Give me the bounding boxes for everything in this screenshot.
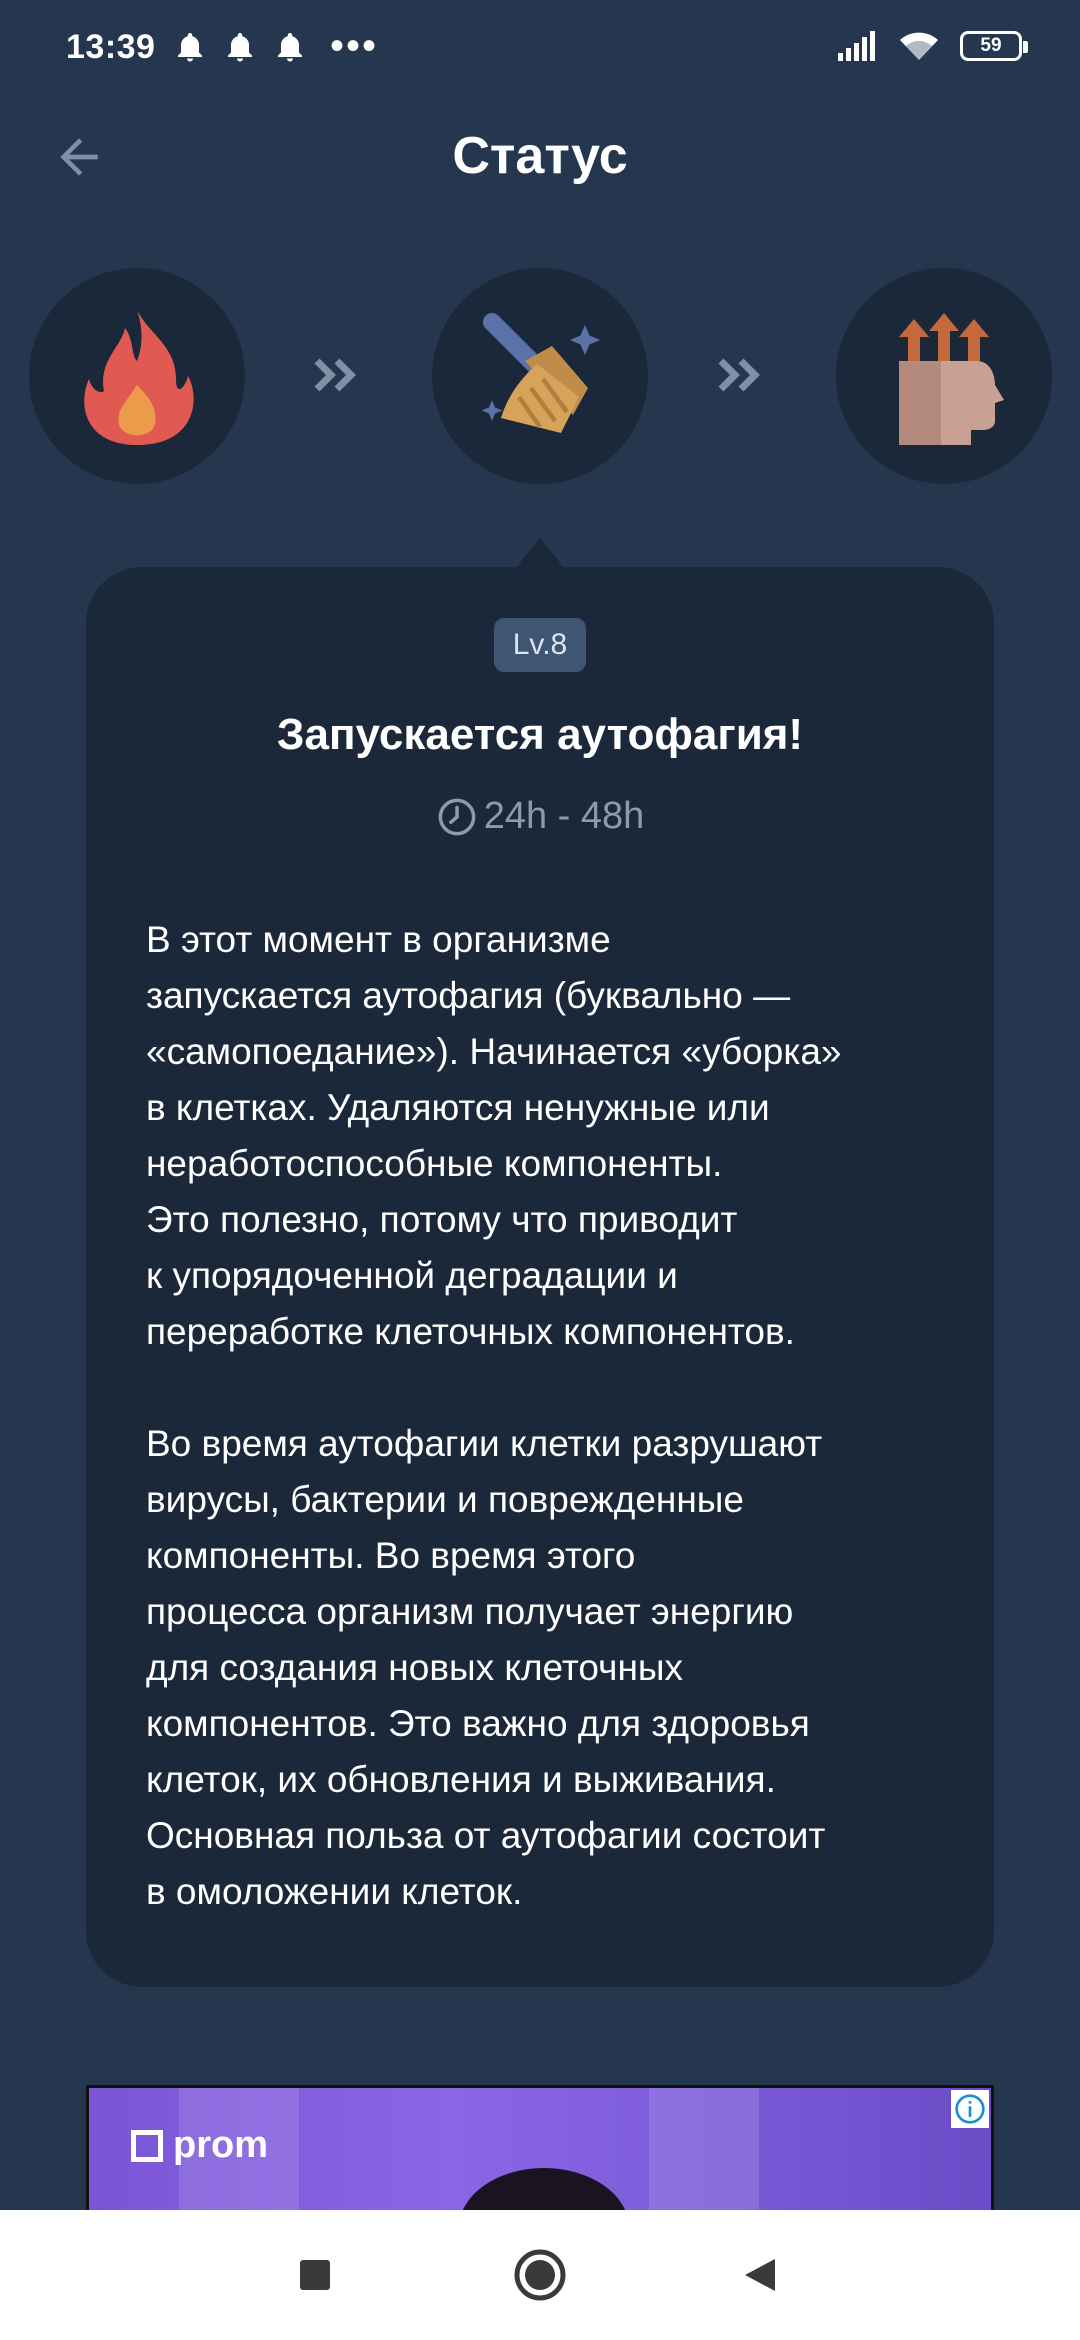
ad-image-person: [459, 2168, 629, 2210]
system-nav-bar: [0, 2210, 1080, 2340]
system-indicators: 59: [838, 30, 1028, 62]
wifi-icon: [900, 32, 938, 60]
stage-separator: [308, 340, 368, 410]
stage-separator: [712, 340, 772, 410]
double-chevron-right-icon: [718, 358, 760, 392]
bell-icon: [278, 33, 302, 62]
head-growth-icon: [899, 313, 1004, 445]
bell-icon: [178, 33, 202, 62]
ad-logo-mark: [131, 2129, 163, 2162]
stage-description: В этот момент в организме запускается ау…: [146, 912, 946, 1976]
ad-brand: prom: [173, 2124, 268, 2166]
signal-icon: [838, 31, 875, 61]
stage-autophagy[interactable]: [432, 268, 648, 484]
circle-home-icon: [514, 2249, 566, 2301]
stage-fire[interactable]: [29, 268, 245, 484]
battery-level: 59: [980, 35, 1002, 56]
ad-banner[interactable]: prom: [86, 2085, 994, 2210]
clock-icon: [438, 798, 476, 835]
ad-logo: prom: [131, 2124, 268, 2167]
stage-growth[interactable]: [836, 268, 1052, 484]
stage-duration: 24h - 48h: [86, 795, 994, 838]
battery-icon: 59: [960, 31, 1028, 61]
triangle-back-icon: [745, 2259, 775, 2291]
level-badge: Lv.8: [494, 618, 586, 672]
stage-title: Запускается аутофагия!: [276, 710, 804, 759]
broom-icon: [481, 313, 600, 433]
system-back-button[interactable]: [726, 2240, 796, 2310]
description-paragraph: Во время аутофагии клетки разрушают виру…: [146, 1423, 826, 1912]
home-button[interactable]: [505, 2240, 575, 2310]
card-pointer: [516, 537, 564, 568]
description-paragraph: В этот момент в организме запускается ау…: [146, 919, 842, 1352]
duration-text: 24h - 48h: [483, 795, 645, 837]
notification-icons: [172, 30, 308, 66]
bell-icon: [228, 33, 252, 62]
ad-info-button[interactable]: [951, 2090, 989, 2128]
ad-image-frame: [649, 2088, 759, 2210]
square-icon: [300, 2260, 330, 2290]
status-bar: 13:39 ••• 59: [0, 0, 1080, 100]
double-chevron-right-icon: [314, 358, 356, 392]
fire-icon: [84, 310, 194, 445]
recent-apps-button[interactable]: [280, 2240, 350, 2310]
page-title: Статус: [452, 127, 628, 185]
overflow-notifications-icon: •••: [330, 24, 379, 68]
status-time: 13:39: [66, 28, 156, 66]
info-icon: [955, 2094, 985, 2124]
